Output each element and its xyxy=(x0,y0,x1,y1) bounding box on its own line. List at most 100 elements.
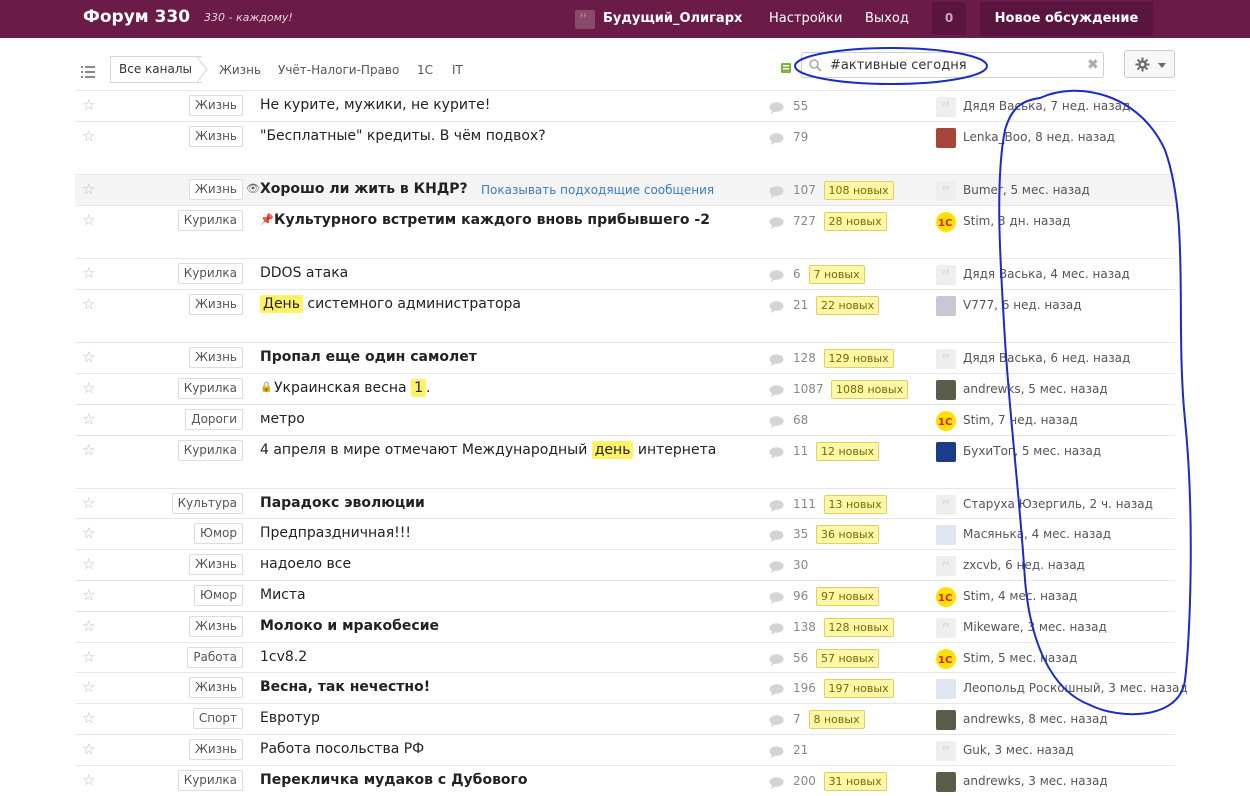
topic-title[interactable]: Весна, так нечестно! xyxy=(260,679,430,695)
author-avatar[interactable] xyxy=(936,380,956,400)
author-avatar[interactable]: ” xyxy=(936,741,956,764)
author-avatar[interactable] xyxy=(936,442,956,462)
author-avatar[interactable] xyxy=(936,128,956,148)
channel-tag[interactable]: Работа xyxy=(187,647,243,668)
new-posts-badge[interactable]: 108 новых xyxy=(823,181,894,200)
star-icon[interactable]: ☆ xyxy=(82,264,95,282)
channel-tag[interactable]: Юмор xyxy=(194,585,243,606)
channel-tag[interactable]: Жизнь xyxy=(188,616,243,637)
topic-title[interactable]: Хорошо ли жить в КНДР? xyxy=(260,181,468,197)
author-avatar[interactable] xyxy=(936,296,956,316)
show-matching-posts-link[interactable]: Показывать подходящие сообщения xyxy=(481,183,714,197)
new-posts-badge[interactable]: 22 новых xyxy=(816,296,880,315)
clear-search-icon[interactable]: ✖ xyxy=(1087,57,1099,73)
star-icon[interactable]: ☆ xyxy=(82,441,95,459)
channel-link-it[interactable]: IT xyxy=(452,63,463,77)
star-icon[interactable]: ☆ xyxy=(82,127,95,145)
author-avatar[interactable]: ” xyxy=(936,618,956,641)
topic-row[interactable]: ☆ Курилка 📌 Культурного встретим каждого вн… xyxy=(75,205,1175,258)
star-icon[interactable]: ☆ xyxy=(82,96,95,114)
topic-title[interactable]: Пропал еще один самолет xyxy=(260,349,477,365)
channel-link-uchet[interactable]: Учёт-Налоги-Право xyxy=(278,63,399,77)
last-post-author[interactable]: andrewks, 8 мес. назад xyxy=(963,712,1108,726)
author-avatar[interactable]: 1C xyxy=(936,587,956,607)
new-posts-badge[interactable]: 1088 новых xyxy=(831,380,909,399)
last-post-author[interactable]: Дядя Васька, 7 нед. назад xyxy=(963,99,1130,113)
last-post-author[interactable]: Lenka_Boo, 8 нед. назад xyxy=(963,130,1115,144)
topic-title[interactable]: Парадокс эволюции xyxy=(260,495,425,511)
username-link[interactable]: Будущий_Олигарх xyxy=(603,11,742,26)
new-posts-badge[interactable]: 28 новых xyxy=(823,212,887,231)
star-icon[interactable]: ☆ xyxy=(82,379,95,397)
star-icon[interactable]: ☆ xyxy=(82,348,95,366)
author-avatar[interactable]: ” xyxy=(936,181,956,204)
star-icon[interactable]: ☆ xyxy=(82,295,95,313)
channel-tag[interactable]: Спорт xyxy=(192,708,243,729)
star-icon[interactable]: ☆ xyxy=(82,617,95,635)
last-post-author[interactable]: Дядя Васька, 4 мес. назад xyxy=(963,267,1130,281)
topic-row[interactable]: ☆ Жизнь Не курите, мужики, не курите! 55 ” Дя… xyxy=(75,90,1175,121)
settings-dropdown-button[interactable] xyxy=(1124,50,1175,78)
last-post-author[interactable]: Guk, 3 мес. назад xyxy=(963,743,1074,757)
new-posts-badge[interactable]: 13 новых xyxy=(823,495,887,514)
new-posts-badge[interactable]: 8 новых xyxy=(808,710,865,729)
author-avatar[interactable]: ” xyxy=(936,556,956,579)
star-icon[interactable]: ☆ xyxy=(82,555,95,573)
topic-title[interactable]: Миста xyxy=(260,587,306,603)
channel-tag[interactable]: Курилка xyxy=(177,263,243,284)
author-avatar[interactable]: 1C xyxy=(936,649,956,669)
topic-row[interactable]: ☆ Спорт Евротур 7 8 новых andrewks, 8 мес. на… xyxy=(75,703,1175,734)
last-post-author[interactable]: zxcvb, 6 нед. назад xyxy=(963,558,1085,572)
topic-row[interactable]: ☆ Юмор Предпраздничная!!! 35 36 новых Масяньк… xyxy=(75,518,1175,549)
topic-row[interactable]: ☆ Жизнь Работа посольства РФ 21 ” Guk, 3 мес.… xyxy=(75,734,1175,765)
topic-row[interactable]: ☆ Работа 1cv8.2 56 57 новых 1C Stim, 5 мес. на… xyxy=(75,642,1175,672)
topic-row[interactable]: ☆ Курилка 4 апреля в мире отмечают Междуна… xyxy=(75,435,1175,488)
topic-title[interactable]: Молоко и мракобесие xyxy=(260,618,439,634)
forum-brand[interactable]: Форум 330 xyxy=(83,7,190,27)
channel-tag[interactable]: Жизнь xyxy=(188,739,243,760)
new-posts-badge[interactable]: 31 новых xyxy=(823,772,887,791)
star-icon[interactable]: ☆ xyxy=(82,709,95,727)
last-post-author[interactable]: andrewks, 5 мес. назад xyxy=(963,382,1108,396)
new-posts-badge[interactable]: 57 новых xyxy=(816,649,880,668)
topic-title[interactable]: Перекличка мудаков с Дубового xyxy=(260,772,527,788)
channel-tag[interactable]: Юмор xyxy=(194,523,243,544)
author-avatar[interactable]: ” xyxy=(936,495,956,518)
last-post-author[interactable]: andrewks, 3 мес. назад xyxy=(963,774,1108,788)
topic-row[interactable]: ☆ Юмор Миста 96 97 новых 1C Stim, 4 мес. назад xyxy=(75,580,1175,611)
last-post-author[interactable]: Bumer, 5 мес. назад xyxy=(963,183,1090,197)
book-icon[interactable] xyxy=(780,59,792,78)
logout-link[interactable]: Выход xyxy=(865,11,909,26)
channel-tag[interactable]: Жизнь xyxy=(188,294,243,315)
user-avatar-icon[interactable]: ” xyxy=(575,10,595,29)
channel-tag[interactable]: Жизнь xyxy=(188,554,243,575)
channel-tag[interactable]: Жизнь xyxy=(188,95,243,116)
new-posts-badge[interactable]: 97 новых xyxy=(816,587,880,606)
settings-link[interactable]: Настройки xyxy=(769,11,842,26)
topic-row[interactable]: ☆ Жизнь 👁 Хорошо ли жить в КНДР? Показывать … xyxy=(75,174,1175,205)
author-avatar[interactable]: 1C xyxy=(936,212,956,232)
topic-row[interactable]: ☆ Жизнь Молоко и мракобесие 138 128 новых ” Mi… xyxy=(75,611,1175,642)
new-posts-badge[interactable]: 7 новых xyxy=(808,265,865,284)
last-post-author[interactable]: БухиТог, 5 мес. назад xyxy=(963,444,1101,458)
last-post-author[interactable]: Mikeware, 3 мес. назад xyxy=(963,620,1107,634)
channel-tag[interactable]: Жизнь xyxy=(188,179,243,200)
channel-tag[interactable]: Курилка xyxy=(177,210,243,231)
last-post-author[interactable]: Дядя Васька, 6 нед. назад xyxy=(963,351,1130,365)
topic-title[interactable]: День системного администратора xyxy=(260,295,521,313)
channel-tag[interactable]: Жизнь xyxy=(188,677,243,698)
search-input[interactable]: #активные сегодня ✖ xyxy=(801,52,1104,78)
topic-row[interactable]: ☆ Культура Парадокс эволюции 111 13 новых ” Ст… xyxy=(75,488,1175,518)
new-discussion-button[interactable]: Новое обсуждение xyxy=(980,2,1153,36)
channel-link-zhizn[interactable]: Жизнь xyxy=(219,63,261,77)
topic-row[interactable]: ☆ Жизнь надоело все 30 ” zxcvb, 6 нед. назад xyxy=(75,549,1175,580)
last-post-author[interactable]: Масянька, 4 мес. назад xyxy=(963,527,1111,541)
topic-row[interactable]: ☆ Курилка 🔒 Украинская весна 1. 1087 1088 нов… xyxy=(75,373,1175,404)
star-icon[interactable]: ☆ xyxy=(82,740,95,758)
channel-tag[interactable]: Курилка xyxy=(177,440,243,461)
topic-row[interactable]: ☆ Жизнь "Бесплатные" кредиты. В чём подвох… xyxy=(75,121,1175,174)
last-post-author[interactable]: Stim, 3 дн. назад xyxy=(963,214,1070,228)
last-post-author[interactable]: Stim, 7 нед. назад xyxy=(963,413,1078,427)
topic-title[interactable]: Не курите, мужики, не курите! xyxy=(260,97,490,113)
channel-tag[interactable]: Жизнь xyxy=(188,126,243,147)
